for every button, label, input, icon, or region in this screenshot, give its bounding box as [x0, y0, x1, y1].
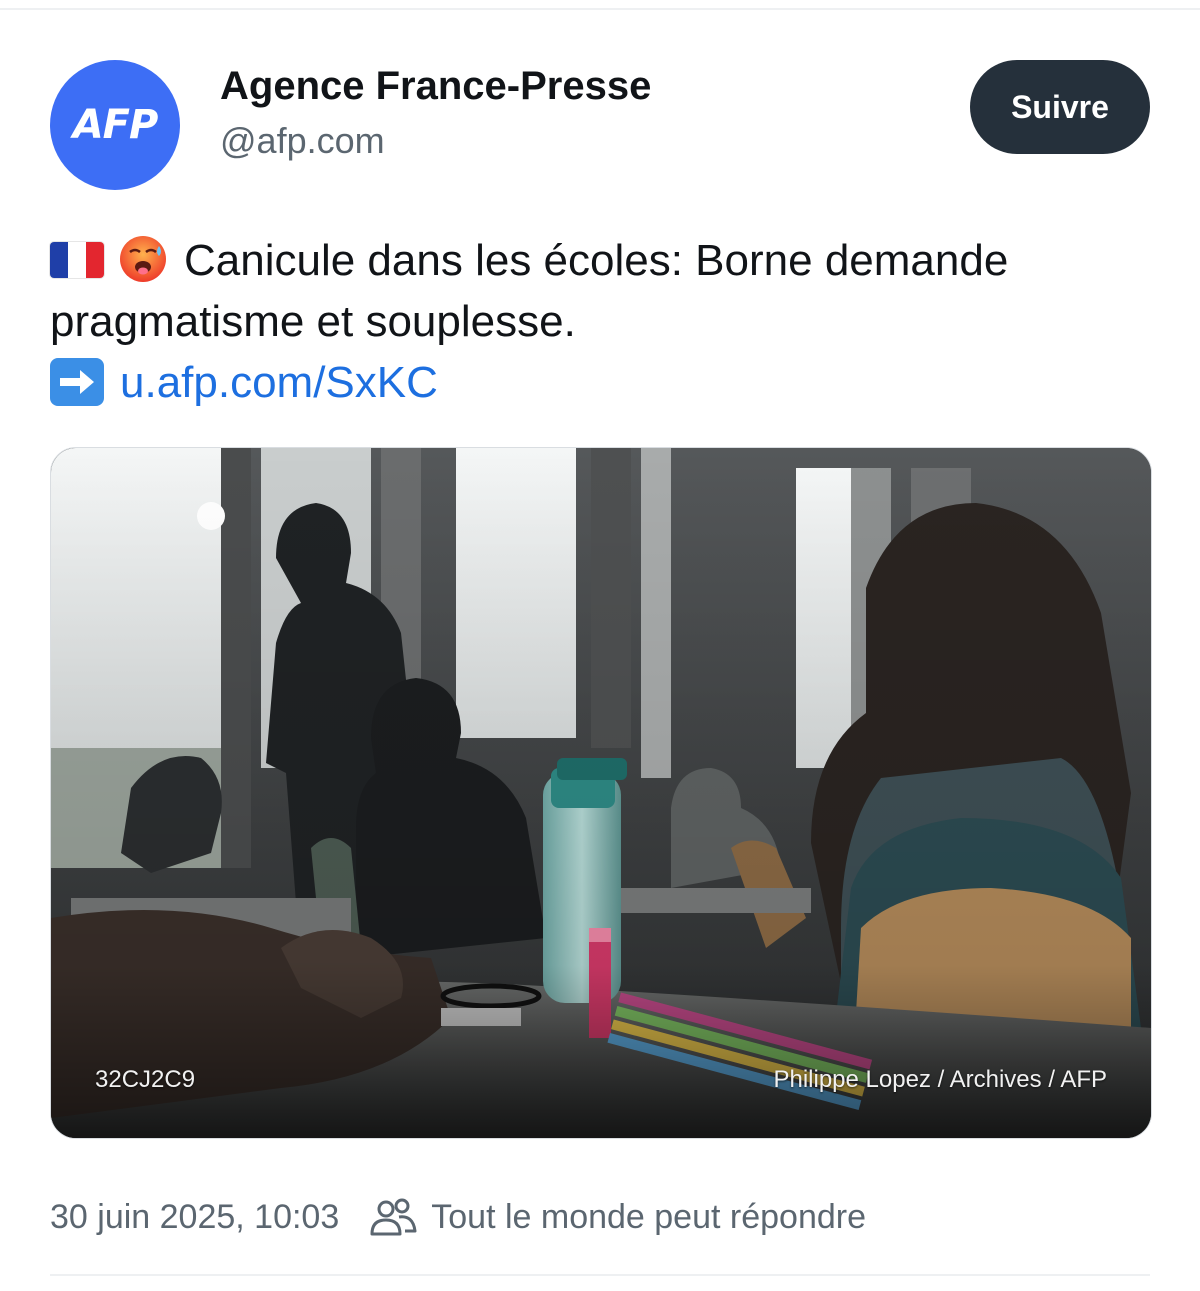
- right-arrow-emoji-icon: [50, 358, 104, 407]
- avatar[interactable]: AFP: [50, 60, 180, 190]
- display-name[interactable]: Agence France-Presse: [220, 64, 651, 109]
- reply-scope[interactable]: Tout le monde peut répondre: [431, 1198, 866, 1237]
- post-header: AFP Agence France-Presse @afp.com Suivre: [50, 60, 1150, 190]
- post-text: Canicule dans les écoles: Borne demande …: [50, 230, 1160, 413]
- hot-face-emoji-icon: [120, 236, 166, 283]
- classroom-photo: [51, 448, 1151, 1138]
- top-divider: [0, 8, 1200, 10]
- post-meta: 30 juin 2025, 10:03 Tout le monde peut r…: [50, 1195, 866, 1239]
- account-handle[interactable]: @afp.com: [220, 120, 385, 162]
- post-text-line-2: pragmatisme et souplesse.: [50, 297, 576, 346]
- post-timestamp[interactable]: 30 juin 2025, 10:03: [50, 1198, 339, 1237]
- photo-credit: Philippe Lopez / Archives / AFP: [773, 1066, 1107, 1093]
- post-link[interactable]: u.afp.com/SxKC: [120, 358, 438, 407]
- post-link-line: u.afp.com/SxKC: [50, 352, 1160, 413]
- post-text-line-1: Canicule dans les écoles: Borne demande: [50, 230, 1160, 291]
- france-flag-icon: [50, 242, 104, 279]
- follow-button[interactable]: Suivre: [970, 60, 1150, 154]
- people-icon: [370, 1198, 417, 1236]
- photo-code: 32CJ2C9: [95, 1066, 196, 1093]
- post-text-line-1-content: Canicule dans les écoles: Borne demande: [184, 236, 1009, 285]
- post-image[interactable]: 32CJ2C9 Philippe Lopez / Archives / AFP: [50, 447, 1152, 1139]
- bottom-divider: [50, 1274, 1150, 1276]
- post-page: AFP Agence France-Presse @afp.com Suivre: [0, 0, 1200, 1291]
- avatar-logo-text: AFP: [72, 102, 159, 148]
